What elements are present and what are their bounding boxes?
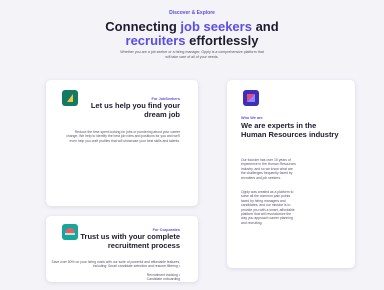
who-body-2: Opply was created as a platform to solve…: [241, 190, 295, 225]
corporates-body: Save over 50% on your hiring costs with …: [51, 260, 180, 269]
who-title: We are experts in the Human Resources in…: [241, 121, 339, 139]
bullet-candidate-onboarding: Candidate onboarding: [146, 277, 180, 282]
jobseekers-title: Let us help you find your dream job: [90, 101, 180, 119]
corporates-card: For Corporates Trust us with your comple…: [46, 216, 198, 282]
hero-title-accent1: job seekers: [180, 19, 252, 34]
corporates-bullets: Recruitment tracking • Candidate onboard…: [147, 273, 180, 282]
hero-title-part1: Connecting: [105, 19, 181, 34]
hero-title-accent2: recruiters: [125, 33, 186, 48]
hero-eyebrow: Discover & Explore: [169, 10, 215, 16]
corporates-title: Trust us with your complete recruitment …: [80, 232, 180, 250]
hero-intro: Whether you are a job seeker or a hiring…: [120, 50, 264, 59]
hero-title-part2: and: [251, 19, 279, 34]
corner-icon: [243, 90, 259, 106]
hero-title-part3: effortlessly: [185, 33, 259, 48]
who-tag: Who We are: [241, 116, 263, 120]
jobseekers-body: Reduce the time spent looking for jobs o…: [66, 130, 180, 143]
hero-title: Connecting job seekers and recruiters ef…: [0, 20, 384, 48]
jobseekers-card: For JobSeekers Let us help you find your…: [46, 80, 198, 206]
who-body: Our founder has over 15 years of experie…: [241, 158, 296, 180]
who-card: Who We are We are experts in the Human R…: [227, 80, 355, 268]
